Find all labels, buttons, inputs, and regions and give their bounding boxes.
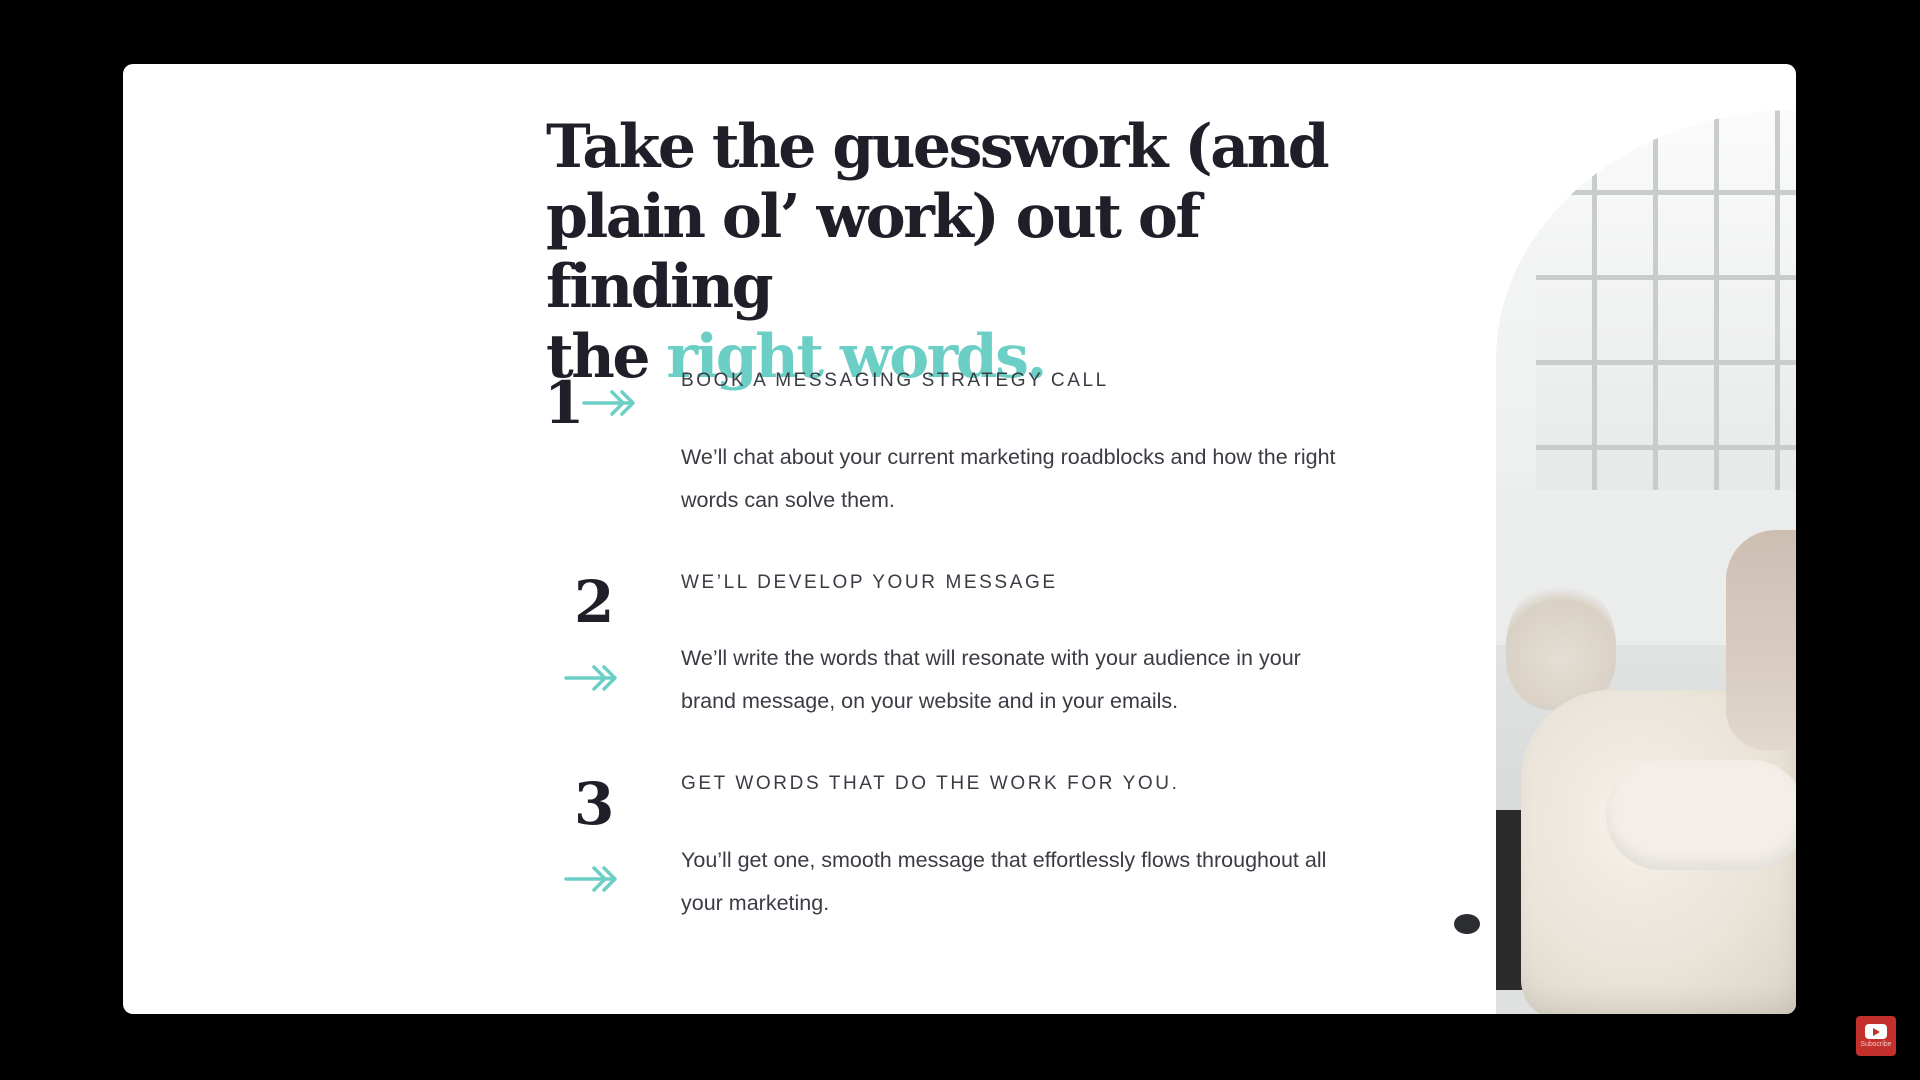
window-background <box>1536 110 1796 490</box>
headline-line-2: plain ol’ work) out of finding <box>546 182 1201 322</box>
step-3-number: 3 <box>574 770 615 838</box>
step-3-body: You’ll get one, smooth message that effo… <box>681 848 1327 915</box>
video-frame: Take the guesswork (and plain ol’ work) … <box>0 0 1920 1080</box>
lifestyle-photo <box>1496 110 1796 1014</box>
double-arrow-right-icon <box>582 388 638 418</box>
headline: Take the guesswork (and plain ol’ work) … <box>546 112 1346 392</box>
step-2-number: 2 <box>574 568 615 636</box>
double-arrow-right-icon <box>564 663 620 693</box>
decorative-dot <box>1454 914 1480 934</box>
step-2-title: WE’LL DEVELOP YOUR MESSAGE <box>681 572 1058 593</box>
person <box>1726 530 1796 750</box>
step-1-number: 1 <box>544 369 585 437</box>
step-1-title: BOOK A MESSAGING STRATEGY CALL <box>681 370 1109 391</box>
step-3-title: GET WORDS THAT DO THE WORK FOR YOU. <box>681 773 1180 794</box>
subscribe-label: Subscribe <box>1860 1041 1892 1048</box>
slide: Take the guesswork (and plain ol’ work) … <box>123 64 1796 1014</box>
step-1-body: We’ll chat about your current marketing … <box>681 445 1336 512</box>
armchair-cushion <box>1606 760 1796 870</box>
headline-line-1: Take the guesswork (and <box>546 112 1330 182</box>
play-icon <box>1865 1024 1887 1039</box>
double-arrow-right-icon <box>564 864 620 894</box>
step-2-body: We’ll write the words that will resonate… <box>681 646 1301 713</box>
youtube-subscribe-icon[interactable]: Subscribe <box>1856 1016 1896 1056</box>
